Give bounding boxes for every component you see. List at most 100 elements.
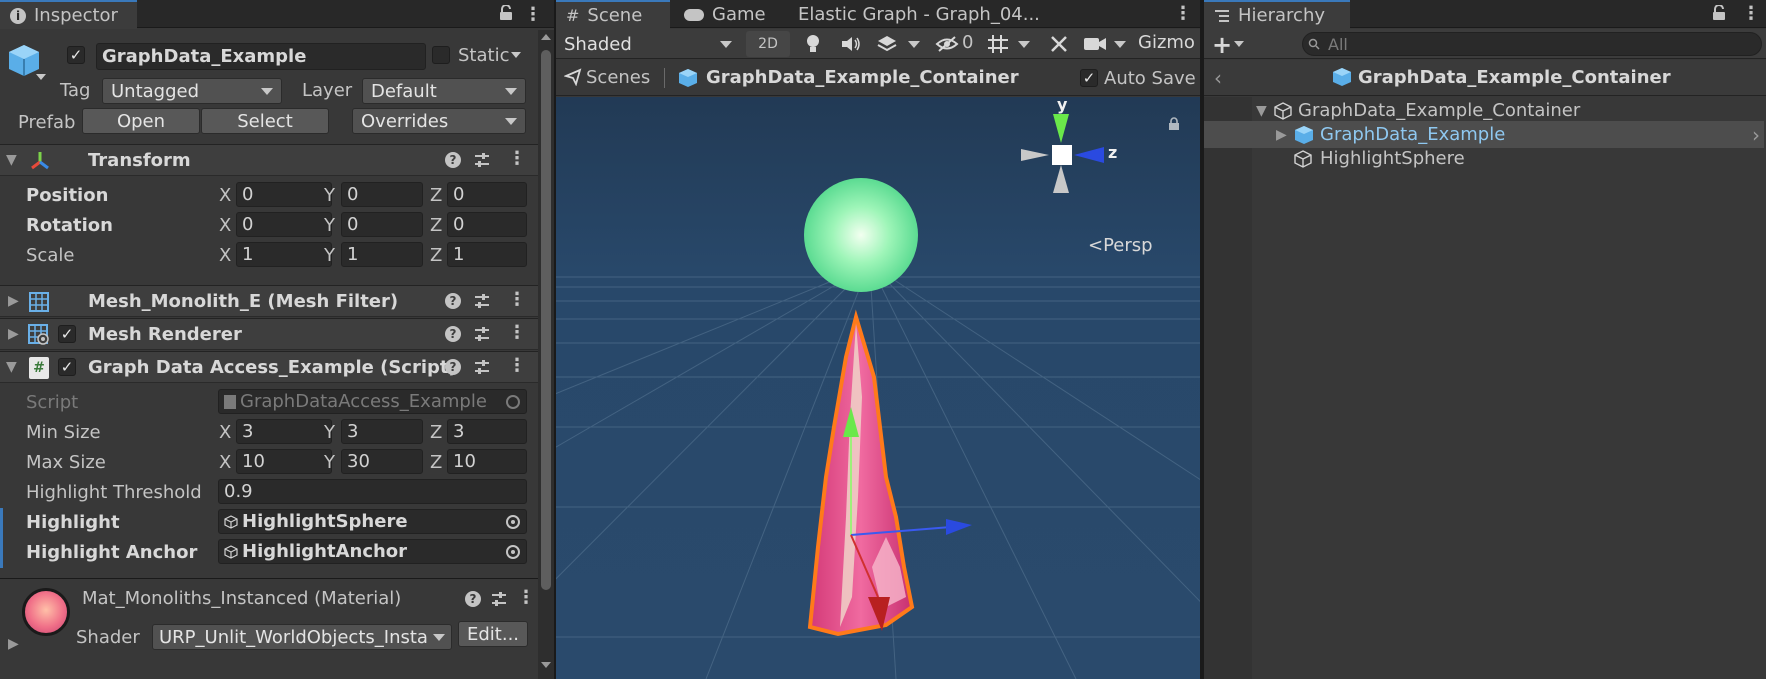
tab-hierarchy[interactable]: Hierarchy (1204, 0, 1350, 29)
tab-game[interactable]: Game (674, 0, 776, 29)
scroll-down-icon[interactable] (541, 662, 551, 668)
list-item[interactable]: ▼ GraphData_Example_Container (1204, 97, 1764, 124)
mesh-renderer-enabled-checkbox[interactable]: ✓ (58, 325, 76, 343)
persp-label[interactable]: <Persp (1088, 235, 1153, 256)
object-picker-icon[interactable] (506, 515, 520, 529)
preset-sliders-icon[interactable] (473, 151, 491, 169)
object-picker-icon[interactable] (506, 545, 520, 559)
gizmos-dropdown[interactable]: Gizmo (1138, 32, 1195, 53)
help-icon[interactable]: ? (445, 326, 461, 342)
object-name-field[interactable]: GraphData_Example (96, 43, 426, 70)
fold-open-icon[interactable]: ▼ (6, 152, 17, 168)
rotation-y-field[interactable]: 0 (341, 212, 423, 237)
hierarchy-search-input[interactable]: All (1302, 32, 1762, 56)
component-menu-icon[interactable]: ⋮ (508, 322, 526, 343)
position-x-field[interactable]: 0 (236, 182, 332, 207)
component-menu-icon[interactable]: ⋮ (508, 289, 526, 310)
scroll-up-icon[interactable] (541, 34, 551, 40)
scene-viewport[interactable]: y z <Persp (556, 97, 1200, 679)
fold-closed-icon[interactable]: ▶ (1276, 127, 1287, 143)
more-menu-icon[interactable]: ⋮ (1174, 3, 1192, 24)
position-z-field[interactable]: 0 (447, 182, 527, 207)
fold-open-icon[interactable]: ▼ (1256, 103, 1267, 119)
camera-dropdown-caret-icon[interactable] (1114, 41, 1126, 48)
scale-z-field[interactable]: 1 (447, 242, 527, 267)
tag-dropdown[interactable]: Untagged (102, 78, 282, 104)
preset-sliders-icon[interactable] (490, 590, 508, 608)
rotation-x-field[interactable]: 0 (236, 212, 332, 237)
list-item-selected[interactable]: ▶ GraphData_Example › (1204, 121, 1764, 148)
back-chevron-icon[interactable]: ‹ (1214, 66, 1222, 90)
camera-icon[interactable] (1080, 33, 1110, 55)
add-dropdown-caret-icon[interactable] (1234, 41, 1244, 47)
mesh-filter-header[interactable]: ▶ Mesh_Monolith_E (Mesh Filter) ? ⋮ (0, 285, 540, 317)
fold-open-icon[interactable]: ▼ (6, 359, 17, 375)
audio-speaker-icon[interactable] (834, 33, 868, 55)
tab-scene[interactable]: # Scene (556, 0, 670, 29)
preset-sliders-icon[interactable] (473, 292, 491, 310)
breadcrumb-scenes[interactable]: Scenes (586, 67, 650, 88)
scroll-thumb[interactable] (541, 50, 551, 590)
static-checkbox[interactable] (432, 46, 450, 64)
preset-sliders-icon[interactable] (473, 325, 491, 343)
material-fold-icon[interactable]: ▶ (8, 636, 19, 652)
list-item[interactable]: HighlightSphere (1204, 145, 1764, 172)
shader-dropdown[interactable]: URP_Unlit_WorldObjects_Instan (152, 624, 452, 650)
active-checkbox[interactable]: ✓ (67, 46, 85, 64)
icon-dropdown-caret-icon[interactable] (36, 74, 46, 80)
hidden-eye-icon[interactable] (934, 33, 960, 55)
tab-inspector[interactable]: i Inspector (0, 0, 137, 29)
prefab-overrides-dropdown[interactable]: Overrides (352, 108, 526, 134)
tab-elastic-graph[interactable]: Elastic Graph - Graph_04... (788, 0, 1050, 29)
static-dropdown-caret-icon[interactable] (511, 52, 521, 58)
more-menu-icon[interactable]: ⋮ (1742, 3, 1760, 24)
grid-snap-icon[interactable] (984, 33, 1012, 55)
help-icon[interactable]: ? (445, 293, 461, 309)
position-y-field[interactable]: 0 (341, 182, 423, 207)
script-component-header[interactable]: ▼ # ✓ Graph Data Access_Example (Script)… (0, 351, 540, 383)
shading-mode-dropdown[interactable]: Shaded (558, 31, 738, 57)
max-size-x-field[interactable]: 10 (236, 449, 332, 474)
effects-layers-icon[interactable] (872, 33, 902, 55)
layer-dropdown[interactable]: Default (362, 78, 526, 104)
preset-sliders-icon[interactable] (473, 358, 491, 376)
highlight-anchor-field[interactable]: HighlightAnchor (218, 539, 527, 564)
min-size-z-field[interactable]: 3 (447, 419, 527, 444)
mesh-renderer-header[interactable]: ▶ ✓ Mesh Renderer ? ⋮ (0, 318, 540, 350)
lighting-bulb-icon[interactable] (796, 33, 830, 55)
help-icon[interactable]: ? (465, 591, 481, 607)
max-size-z-field[interactable]: 10 (447, 449, 527, 474)
graph-monolith-mesh[interactable] (807, 309, 915, 637)
auto-save-checkbox[interactable]: ✓ (1080, 69, 1098, 87)
chevron-right-icon[interactable]: › (1752, 123, 1760, 147)
highlight-sphere[interactable] (804, 178, 918, 292)
prefab-select-button[interactable]: Select (201, 108, 329, 134)
highlight-object-field[interactable]: HighlightSphere (218, 509, 527, 534)
highlight-threshold-field[interactable]: 0.9 (218, 479, 527, 504)
component-menu-icon[interactable]: ⋮ (508, 148, 526, 169)
gizmo-lock-icon[interactable] (1168, 117, 1180, 131)
shader-edit-button[interactable]: Edit... (458, 621, 528, 647)
breadcrumb-container[interactable]: GraphData_Example_Container (706, 67, 1019, 88)
prefab-open-button[interactable]: Open (82, 108, 200, 134)
transform-header[interactable]: ▼ Transform ? ⋮ (0, 144, 540, 176)
add-plus-icon[interactable]: + (1212, 31, 1232, 59)
toggle-2d-button[interactable]: 2D (746, 31, 790, 57)
component-menu-icon[interactable]: ⋮ (508, 355, 526, 376)
scale-y-field[interactable]: 1 (341, 242, 423, 267)
min-size-y-field[interactable]: 3 (341, 419, 423, 444)
scale-x-field[interactable]: 1 (236, 242, 332, 267)
tools-icon[interactable] (1044, 33, 1074, 55)
more-menu-icon[interactable]: ⋮ (524, 4, 542, 25)
help-icon[interactable]: ? (445, 359, 461, 375)
fold-closed-icon[interactable]: ▶ (8, 326, 19, 342)
rotation-z-field[interactable]: 0 (447, 212, 527, 237)
grid-dropdown-caret-icon[interactable] (1018, 41, 1030, 48)
min-size-x-field[interactable]: 3 (236, 419, 332, 444)
fold-closed-icon[interactable]: ▶ (8, 293, 19, 309)
orientation-gizmo[interactable]: y z (1016, 97, 1136, 207)
lock-icon[interactable] (1712, 5, 1726, 21)
script-enabled-checkbox[interactable]: ✓ (58, 358, 76, 376)
help-icon[interactable]: ? (445, 152, 461, 168)
max-size-y-field[interactable]: 30 (341, 449, 423, 474)
